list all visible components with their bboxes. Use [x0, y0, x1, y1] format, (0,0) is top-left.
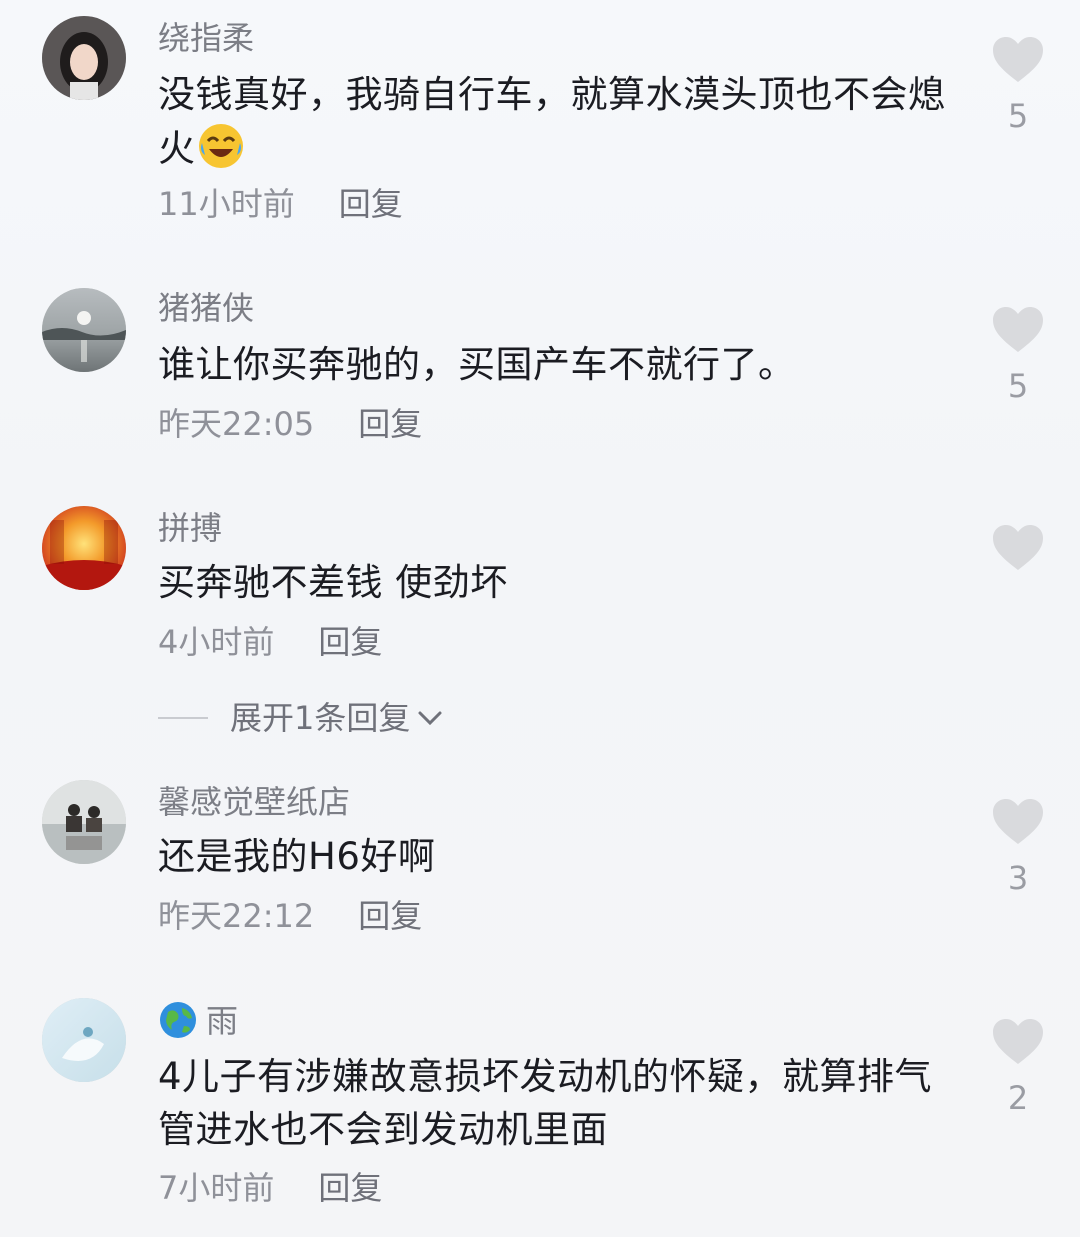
like-button[interactable]: 5	[990, 36, 1046, 134]
comment-text: 谁让你买奔驰的，买国产车不就行了。	[158, 343, 796, 386]
divider-line	[158, 717, 208, 719]
comment-text: 还是我的H6好啊	[158, 835, 436, 878]
comment-meta: 昨天22:05 回复	[158, 404, 422, 444]
heart-icon	[993, 307, 1043, 352]
comment-time: 11小时前	[158, 185, 295, 223]
reply-button[interactable]: 回复	[318, 1169, 382, 1207]
heart-icon	[993, 525, 1043, 570]
avatar-image	[42, 506, 126, 590]
reply-button[interactable]: 回复	[339, 185, 403, 223]
comment-time: 昨天22:05	[158, 405, 315, 443]
reply-button[interactable]: 回复	[358, 897, 422, 935]
laughing-emoji-icon	[198, 124, 243, 168]
reply-button[interactable]: 回复	[318, 623, 382, 661]
heart-icon	[993, 799, 1043, 844]
avatar[interactable]	[42, 506, 126, 590]
like-count: 2	[1007, 1079, 1029, 1117]
like-button[interactable]: 5	[990, 306, 1046, 404]
comment-time: 7小时前	[158, 1169, 275, 1207]
username[interactable]: 绕指柔	[158, 18, 254, 58]
comment-time: 4小时前	[158, 623, 275, 661]
comment-meta: 7小时前 回复	[158, 1168, 382, 1208]
username-label: 雨	[206, 1002, 239, 1040]
globe-icon	[160, 1002, 196, 1038]
comment-meta: 昨天22:12 回复	[158, 896, 422, 936]
comment-text: 买奔驰不差钱 使劲坏	[158, 561, 508, 604]
heart-icon	[993, 37, 1043, 82]
expand-replies-label: 展开1条回复	[230, 699, 411, 737]
comment-meta: 4小时前 回复	[158, 622, 382, 662]
comment-text-content: 没钱真好，我骑自行车，就算水漠头顶也不会熄火	[158, 73, 946, 170]
like-button[interactable]	[990, 524, 1046, 622]
avatar-image	[42, 288, 126, 372]
like-count: 3	[1007, 859, 1029, 897]
chevron-down-icon	[418, 711, 442, 726]
like-count: 5	[1007, 367, 1029, 405]
comment-meta: 11小时前 回复	[158, 184, 403, 224]
like-count: 5	[1007, 97, 1029, 135]
comment-text: 4儿子有涉嫌故意损坏发动机的怀疑，就算排气管进水也不会到发动机里面	[158, 1055, 933, 1151]
username[interactable]: 拼搏	[158, 508, 222, 548]
username[interactable]: 雨	[158, 1000, 238, 1041]
avatar-image	[42, 780, 126, 864]
avatar[interactable]	[42, 288, 126, 372]
username[interactable]: 猪猪侠	[158, 288, 254, 328]
comment-text: 没钱真好，我骑自行车，就算水漠头顶也不会熄火	[158, 68, 958, 175]
username[interactable]: 馨感觉壁纸店	[158, 782, 350, 822]
avatar[interactable]	[42, 16, 126, 100]
like-button[interactable]: 2	[990, 1018, 1046, 1116]
heart-icon	[993, 1019, 1043, 1064]
avatar[interactable]	[42, 998, 126, 1082]
like-count	[990, 586, 1046, 622]
avatar-image	[42, 998, 126, 1082]
avatar-image	[42, 16, 126, 100]
avatar[interactable]	[42, 780, 126, 864]
comment-time: 昨天22:12	[158, 897, 315, 935]
like-button[interactable]: 3	[990, 798, 1046, 896]
reply-button[interactable]: 回复	[358, 405, 422, 443]
expand-replies-button[interactable]: 展开1条回复	[158, 698, 444, 738]
